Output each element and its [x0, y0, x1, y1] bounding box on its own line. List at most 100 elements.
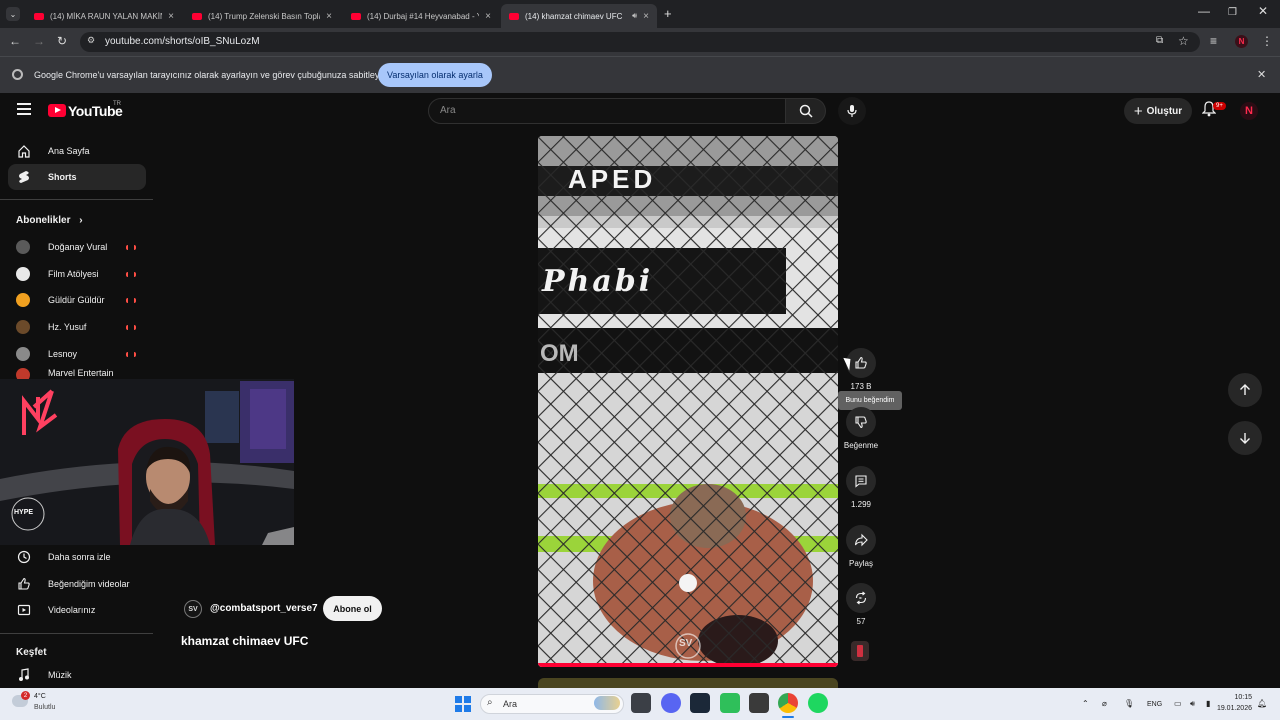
chrome-taskbar-icon[interactable]: [778, 693, 798, 713]
app-icon[interactable]: [749, 693, 769, 713]
set-default-button[interactable]: Varsayılan olarak ayarla: [378, 63, 492, 87]
audio-thumbnail[interactable]: [851, 641, 869, 661]
thumbs-up-icon: [855, 356, 867, 369]
explore-heading: Keşfet: [16, 647, 47, 658]
subscriptions-title: Abonelikler: [16, 215, 71, 226]
next-short-preview[interactable]: [538, 678, 838, 688]
close-infobar-icon[interactable]: ✕: [1257, 68, 1266, 81]
close-tab-icon[interactable]: ×: [326, 11, 332, 22]
subscription-item[interactable]: Güldür Güldür: [8, 287, 146, 313]
channel-avatar: [16, 347, 30, 361]
tray-mic-icon[interactable]: 🎙︎: [1124, 699, 1134, 708]
bookmark-star-icon[interactable]: ☆: [1178, 34, 1189, 48]
channel-handle[interactable]: @combatsport_verse7: [210, 603, 318, 614]
sidebar-item-home[interactable]: Ana Sayfa: [8, 138, 146, 164]
voice-search-button[interactable]: [838, 97, 866, 125]
search-button[interactable]: [786, 98, 826, 124]
menu-kebab-icon[interactable]: ⋮: [1261, 34, 1273, 48]
video-frame-image: [538, 136, 838, 667]
youtube-favicon-icon: [351, 12, 361, 20]
youtube-logo-icon[interactable]: [48, 104, 66, 117]
comments-button[interactable]: [846, 466, 876, 496]
close-tab-icon[interactable]: ×: [643, 11, 649, 22]
channel-avatar[interactable]: SV: [184, 600, 202, 618]
sidebar-item-shorts[interactable]: Shorts: [8, 164, 146, 190]
weather-temp: 4°C: [34, 693, 46, 700]
dislike-button[interactable]: [846, 407, 876, 437]
sidebar-item-liked-videos[interactable]: Beğendiğim videolar: [8, 571, 146, 597]
new-tab-icon[interactable]: +: [664, 6, 672, 21]
shorts-video-player[interactable]: APED Phabi OM SV: [538, 136, 838, 667]
task-view-icon[interactable]: [631, 693, 651, 713]
url-text[interactable]: youtube.com/shorts/oIB_SNuLozM: [105, 36, 260, 47]
subscription-label: Lesnoy: [48, 349, 78, 359]
remix-button[interactable]: [846, 583, 876, 613]
clock-date[interactable]: 19.01.2026: [1212, 705, 1252, 712]
close-tab-icon[interactable]: ×: [485, 11, 491, 22]
close-tab-icon[interactable]: ×: [168, 11, 174, 22]
language-indicator[interactable]: ENG: [1147, 701, 1162, 708]
browser-tab[interactable]: (14) Trump Zelenski Basın Toplantısı ×: [184, 4, 340, 28]
subscription-item[interactable]: Doğanay Vural: [8, 234, 146, 260]
share-button[interactable]: [846, 525, 876, 555]
search-input[interactable]: [428, 98, 786, 124]
sidebar-item-watch-later[interactable]: Daha sonra izle: [8, 544, 146, 570]
site-info-icon[interactable]: ⚙︎: [87, 35, 95, 46]
sidebar-item-music[interactable]: Müzik: [8, 662, 146, 688]
windows-start-icon[interactable]: [455, 696, 471, 712]
create-button[interactable]: + Oluştur: [1124, 98, 1192, 124]
subscriptions-heading[interactable]: Abonelikler ›: [16, 215, 83, 226]
minimize-icon[interactable]: —: [1198, 4, 1210, 18]
back-icon[interactable]: ←: [9, 34, 21, 48]
subscription-item[interactable]: Film Atölyesi: [8, 261, 146, 287]
reload-icon[interactable]: ↻: [57, 34, 67, 48]
restore-icon[interactable]: ❐: [1228, 7, 1237, 18]
profile-icon[interactable]: N: [1235, 35, 1248, 48]
search-placeholder: Ara: [440, 105, 456, 116]
subscription-label: Film Atölyesi: [48, 269, 99, 279]
like-count: 173 B: [850, 382, 872, 391]
discord-icon[interactable]: [661, 693, 681, 713]
browser-tab[interactable]: (14) Durbaj #14 Heyvanabad - YouTube ×: [343, 4, 499, 28]
sidebar-item-label: Beğendiğim videolar: [48, 579, 130, 589]
weather-badge: 2: [21, 691, 30, 700]
comment-icon: [855, 475, 867, 488]
share-label: Paylaş: [848, 559, 873, 568]
share-arrow-icon: [854, 533, 868, 547]
video-title[interactable]: khamzat chimaev UFC: [181, 634, 308, 648]
clock-time[interactable]: 10:15: [1230, 694, 1252, 701]
youtube-favicon-icon: [509, 12, 519, 20]
subscription-item[interactable]: Marvel Entertain: [8, 368, 146, 379]
subscription-item[interactable]: Lesnoy: [8, 341, 146, 367]
cage-sign-text: APED: [568, 164, 657, 194]
app-icon[interactable]: [720, 693, 740, 713]
spotify-icon[interactable]: [808, 693, 828, 713]
active-app-indicator: [782, 716, 794, 718]
speaker-icon[interactable]: 🔊︎: [632, 11, 637, 21]
notification-center-icon[interactable]: 🔔︎: [1257, 699, 1267, 708]
tray-network-off-icon[interactable]: ⌀: [1102, 699, 1107, 708]
tab-search-icon[interactable]: ⌄: [6, 7, 20, 21]
weather-desc: Bulutlu: [34, 704, 56, 711]
account-avatar[interactable]: N: [1240, 102, 1258, 120]
close-window-icon[interactable]: ✕: [1258, 4, 1268, 18]
tray-volume-icon[interactable]: 🔊︎: [1190, 699, 1195, 709]
next-short-button[interactable]: [1228, 421, 1262, 455]
menu-hamburger-icon[interactable]: [17, 103, 31, 115]
browser-tab-active[interactable]: (14) khamzat chimaev UFC 🔊︎ ×: [501, 4, 657, 28]
tray-battery-icon[interactable]: ▮: [1206, 699, 1210, 708]
media-controls-icon[interactable]: ≡: [1210, 34, 1217, 48]
forward-icon[interactable]: →: [33, 34, 45, 48]
tray-monitor-icon[interactable]: ▭: [1174, 699, 1182, 708]
install-app-icon[interactable]: ⧉: [1156, 35, 1163, 46]
steam-icon[interactable]: [690, 693, 710, 713]
like-tooltip: Bunu beğendim: [838, 391, 902, 410]
tray-chevron-up-icon[interactable]: ⌃: [1082, 699, 1089, 708]
subscribe-button[interactable]: Abone ol: [323, 596, 382, 621]
browser-tab[interactable]: (14) MİKA RAUN YALAN MAKİNESİ ×: [26, 4, 182, 28]
sidebar-item-your-videos[interactable]: Videolarınız: [8, 597, 146, 623]
subscription-item[interactable]: Hz. Yusuf: [8, 314, 146, 340]
previous-short-button[interactable]: [1228, 373, 1262, 407]
home-icon: [16, 143, 32, 159]
channel-avatar: [16, 320, 30, 334]
